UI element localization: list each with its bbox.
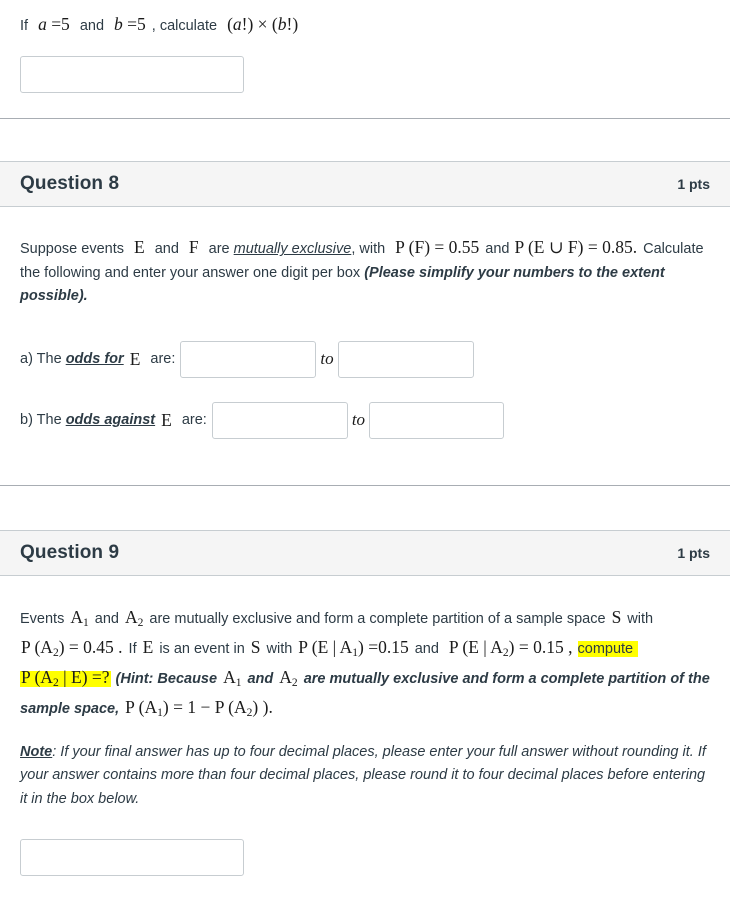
q9-prob-E-given-A2: P (E | A2) = 0.15 , (448, 636, 573, 660)
question-8-body: Suppose events Eand Fare mutually exclusiv… (0, 207, 730, 484)
q7-a-value: a =5 (38, 14, 70, 34)
q9-hint-and: and (247, 670, 274, 687)
q9-hint-A1: A1 (223, 666, 242, 689)
question-9-title: Question 9 (20, 541, 120, 563)
q9-hint-A2: A2 (279, 666, 298, 689)
q9-target-expression: P (A2 | E) =? (21, 666, 110, 689)
part-b-variable: E (161, 409, 172, 430)
part-a-odds-for: odds for (65, 351, 124, 368)
q9-with-1: with (627, 610, 654, 627)
quiz-page: If a =5 and b =5 , calculate (a!) × (b!) Ques… (0, 0, 730, 877)
q8-suppose-events: Suppose events (20, 241, 124, 258)
q9-S-2: S (250, 636, 261, 657)
question-8-stem: Suppose events Eand Fare mutually exclusiv… (20, 233, 710, 308)
q8-prob-F: P (F) = 0.55 (395, 237, 480, 258)
question-7-answer-input[interactable] (20, 56, 244, 94)
q8-and-1: and (154, 241, 179, 258)
question-9-answer-input[interactable] (20, 839, 244, 877)
part-b-separator: to (351, 410, 366, 430)
question-8-header: Question 8 1 pts (0, 161, 730, 208)
question-7-prompt: If a =5 and b =5 , calculate (a!) × (b!) (20, 10, 710, 38)
q9-compute-word: compute (577, 640, 634, 657)
question-9-body: Events A1 and A2 are mutually exclusive and … (0, 576, 730, 877)
question-8-title: Question 8 (20, 173, 120, 195)
q9-prob-A2: P (A2) = 0.45 . (21, 636, 123, 660)
q7-expression: (a!) × (b!) (227, 14, 299, 34)
q7-b-value: b =5 (114, 14, 146, 34)
question-9-points: 1 pts (677, 544, 710, 561)
part-b-odds-against: odds against (65, 412, 156, 429)
q9-event-E: E (142, 636, 154, 657)
q7-calculate-word: , calculate (151, 18, 218, 34)
q9-events-word: Events (20, 610, 65, 627)
part-b-prefix: b) The (20, 412, 62, 429)
question-9-header: Question 9 1 pts (0, 529, 730, 576)
part-b-numerator-input[interactable] (211, 401, 348, 439)
note-text: : If your final answer has up to four de… (20, 743, 706, 807)
part-b-are-label: are: (181, 412, 207, 429)
spacer-after-q8 (20, 439, 710, 485)
q7-if-word: If (20, 18, 29, 34)
q9-partition-text: are mutually exclusive and form a comple… (149, 610, 606, 627)
q9-hint-equation: P (A1) = 1 − P (A2) ). (125, 696, 273, 719)
q9-isanevent: is an event in (159, 640, 245, 657)
question-8-part-a: a) The odds for Eare: to (20, 340, 710, 378)
q9-event-A2: A2 (124, 606, 144, 630)
q8-mutually-exclusive: mutually exclusive (233, 241, 352, 258)
q8-comma-with: , with (351, 241, 386, 258)
q8-prob-E-union-F: P (E ∪ F) = 0.85. (514, 237, 638, 258)
spacer-before-q9 (0, 486, 730, 530)
question-8-part-b: b) The odds against Eare: to (20, 401, 710, 439)
q7-and-word: and (79, 18, 105, 34)
q9-event-A1: A1 (70, 606, 89, 630)
question-9-note: Note: If your final answer has up to fou… (20, 741, 710, 811)
q9-and-1: and (94, 610, 119, 627)
question-8-points: 1 pts (677, 176, 710, 193)
part-a-numerator-input[interactable] (180, 340, 317, 378)
note-label: Note (20, 743, 53, 760)
q8-and-2: and (485, 241, 510, 258)
q9-and-2: and (414, 640, 439, 657)
q9-if-word: If (128, 640, 137, 657)
question-7-tail-body: If a =5 and b =5 , calculate (a!) × (b!) (0, 0, 730, 118)
part-a-denominator-input[interactable] (337, 340, 474, 378)
q8-event-E: E (134, 237, 145, 258)
part-a-are-label: are: (150, 351, 176, 368)
spacer-before-q8 (0, 119, 730, 161)
part-a-prefix: a) The (20, 351, 62, 368)
q9-sample-space-S: S (611, 606, 622, 627)
question-9-stem: Events A1 and A2 are mutually exclusive and … (20, 603, 710, 723)
part-a-separator: to (320, 349, 334, 369)
part-b-denominator-input[interactable] (369, 401, 505, 439)
part-a-variable: E (129, 348, 141, 369)
q9-with-2: with (266, 640, 293, 657)
q8-are: are (208, 241, 230, 258)
q9-hint-open: (Hint: Because (115, 670, 218, 687)
q9-prob-E-given-A1: P (E | A1) =0.15 (298, 636, 409, 660)
q8-event-F: F (188, 237, 199, 258)
